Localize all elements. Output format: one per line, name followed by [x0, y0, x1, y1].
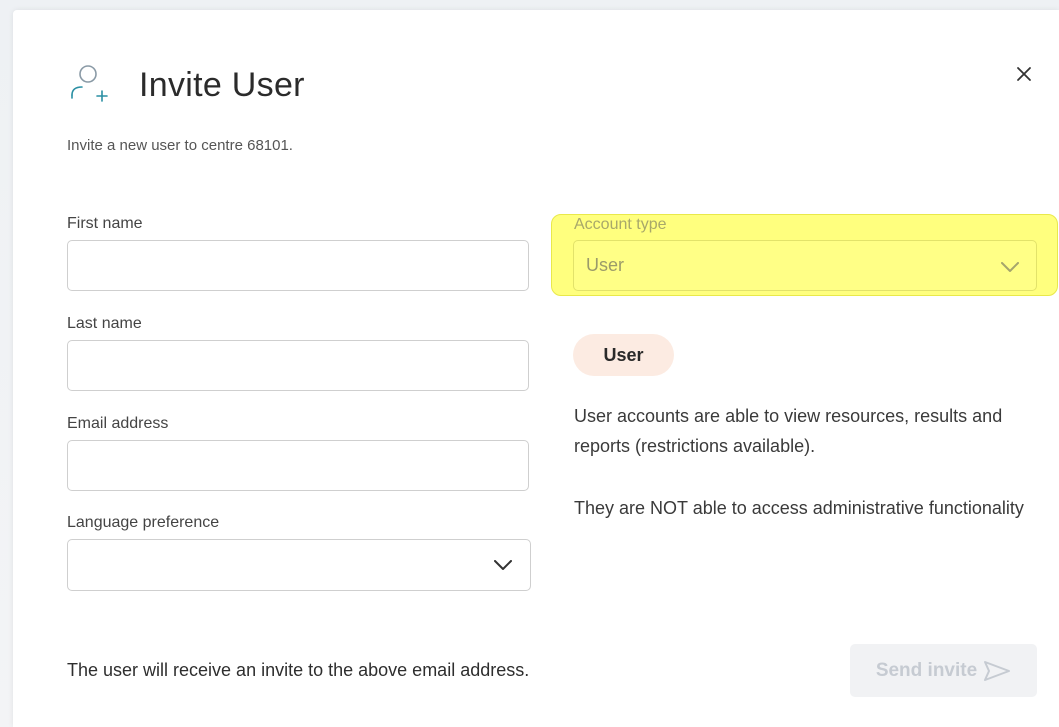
account-type-select[interactable]: User: [573, 240, 1037, 291]
language-label: Language preference: [67, 514, 220, 531]
dialog-subtitle: Invite a new user to centre 68101.: [67, 137, 293, 154]
role-description: User accounts are able to view resources…: [574, 406, 1003, 456]
close-icon: [1017, 67, 1031, 81]
first-name-label: First name: [67, 215, 143, 232]
close-button[interactable]: [1012, 62, 1036, 86]
last-name-label: Last name: [67, 315, 142, 332]
first-name-field[interactable]: [67, 240, 529, 291]
chevron-down-icon: [494, 560, 512, 570]
role-restriction-note: They are NOT able to access administrati…: [574, 498, 1024, 518]
invite-user-dialog: Invite User Invite a new user to centre …: [13, 10, 1059, 727]
send-arrow-icon: [984, 660, 1011, 681]
language-select[interactable]: [67, 539, 531, 591]
email-field[interactable]: [67, 440, 529, 491]
invite-note: The user will receive an invite to the a…: [67, 660, 530, 680]
role-badge: User: [573, 334, 674, 376]
account-type-value: User: [586, 255, 625, 275]
send-invite-button[interactable]: Send invite: [850, 644, 1037, 697]
send-invite-label: Send invite: [875, 659, 978, 681]
dialog-title: Invite User: [139, 66, 305, 104]
chevron-down-icon: [1001, 262, 1019, 272]
last-name-field[interactable]: [67, 340, 529, 391]
account-type-label: Account type: [574, 216, 667, 233]
email-label: Email address: [67, 415, 169, 432]
user-plus-icon: [71, 65, 108, 102]
